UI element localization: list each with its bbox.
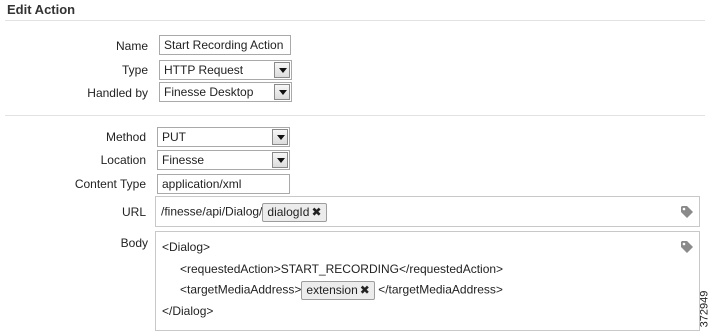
body-line-1: <Dialog>: [162, 240, 211, 254]
title-divider: [5, 20, 705, 21]
method-label: Method: [105, 130, 146, 144]
handled-by-label: Handled by: [87, 86, 148, 100]
body-line-2: <requestedAction>START_RECORDING</reques…: [180, 262, 504, 276]
url-prefix-text: /finesse/api/Dialog/: [161, 204, 263, 219]
url-label: URL: [121, 205, 146, 219]
variable-token-dialogid[interactable]: dialogId ✖: [262, 203, 327, 222]
content-type-input[interactable]: application/xml: [157, 174, 290, 194]
chevron-down-icon[interactable]: [274, 62, 290, 78]
handled-by-select[interactable]: Finesse Desktop: [159, 82, 292, 102]
tag-icon[interactable]: [680, 240, 694, 254]
variable-token-extension[interactable]: extension ✖: [301, 281, 375, 300]
body-line-3-prefix: <targetMediaAddress>: [180, 282, 302, 297]
chevron-down-icon[interactable]: [272, 152, 288, 168]
type-label: Type: [121, 63, 148, 77]
x-icon[interactable]: ✖: [311, 205, 321, 219]
token-label: extension: [306, 283, 358, 297]
body-textarea[interactable]: <Dialog> <requestedAction>START_RECORDIN…: [155, 231, 700, 331]
location-label: Location: [100, 153, 146, 167]
location-select-value: Finesse: [162, 153, 205, 167]
url-input[interactable]: /finesse/api/Dialog/dialogId ✖: [155, 196, 700, 227]
name-input[interactable]: Start Recording Action: [159, 35, 291, 55]
content-type-label: Content Type: [74, 177, 146, 191]
tag-icon[interactable]: [680, 205, 694, 219]
section-title: Edit Action: [7, 2, 76, 17]
body-line-4: </Dialog>: [162, 304, 214, 318]
figure-number: 372949: [698, 290, 711, 328]
method-select-value: PUT: [162, 130, 186, 144]
body-label: Body: [120, 236, 148, 250]
section-divider: [5, 115, 705, 116]
location-select[interactable]: Finesse: [157, 150, 290, 170]
body-line-3-suffix: </targetMediaAddress>: [378, 282, 503, 297]
type-select[interactable]: HTTP Request: [159, 60, 292, 80]
name-label: Name: [115, 39, 148, 53]
chevron-down-icon[interactable]: [272, 129, 288, 145]
token-label: dialogId: [267, 205, 310, 219]
handled-by-select-value: Finesse Desktop: [164, 85, 254, 99]
x-icon[interactable]: ✖: [360, 283, 370, 297]
chevron-down-icon[interactable]: [274, 84, 290, 100]
method-select[interactable]: PUT: [157, 127, 290, 147]
type-select-value: HTTP Request: [164, 63, 244, 77]
